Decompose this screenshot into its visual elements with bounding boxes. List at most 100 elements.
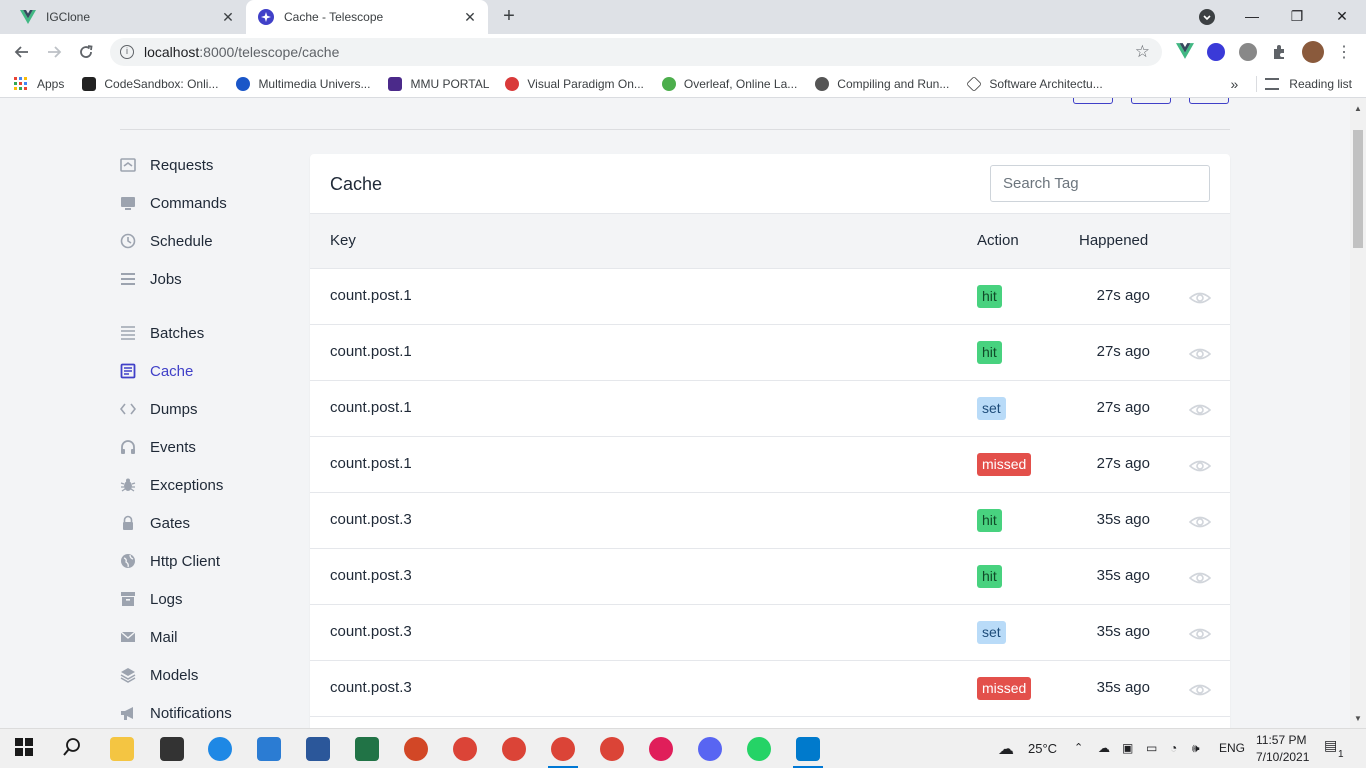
search-icon[interactable] — [62, 737, 86, 761]
bookmark-codesandbox[interactable]: CodeSandbox: Onli... — [82, 76, 218, 91]
sidebar-item-models[interactable]: Models — [120, 663, 198, 687]
sidebar-item-jobs[interactable]: Jobs — [120, 267, 182, 291]
table-row[interactable]: count.post.3 hit 35s ago — [310, 549, 1230, 605]
slack-icon[interactable] — [649, 737, 673, 761]
chrome-icon[interactable] — [502, 737, 526, 761]
edge-icon[interactable] — [208, 737, 232, 761]
settings-extension-icon[interactable] — [1239, 43, 1257, 61]
bookmark-visual-paradigm[interactable]: Visual Paradigm On... — [505, 76, 644, 91]
weather-icon[interactable]: ☁ — [998, 739, 1014, 759]
clock-time[interactable]: 11:57 PM — [1256, 733, 1306, 747]
sidebar-item-http-client[interactable]: Http Client — [120, 549, 220, 573]
clock-date[interactable]: 7/10/2021 — [1256, 750, 1309, 764]
sidebar-item-cache[interactable]: Cache — [120, 359, 193, 383]
bookmark-apps[interactable]: Apps — [14, 77, 64, 91]
wifi-icon[interactable]: ◔ — [1170, 741, 1177, 755]
scroll-down-icon[interactable]: ▼ — [1354, 714, 1362, 723]
word-icon[interactable] — [306, 737, 330, 761]
mail-app-icon[interactable] — [257, 737, 281, 761]
eye-icon[interactable] — [1188, 512, 1212, 532]
extensions-puzzle-icon[interactable] — [1271, 43, 1289, 61]
menu-dots-icon[interactable]: ⋮ — [1332, 40, 1356, 64]
powerpoint-icon[interactable] — [404, 737, 428, 761]
reading-list-button[interactable]: Reading list — [1289, 77, 1352, 91]
whatsapp-icon[interactable] — [747, 737, 771, 761]
search-tag-input[interactable] — [990, 165, 1210, 202]
avatar[interactable] — [1302, 41, 1324, 63]
page-scrollbar[interactable]: ▲ ▼ — [1350, 98, 1366, 728]
language-indicator[interactable]: ENG — [1219, 741, 1245, 755]
eye-icon[interactable] — [1188, 568, 1212, 588]
table-row[interactable]: count.post.1 set 27s ago — [310, 381, 1230, 437]
weather-temperature[interactable]: 25°C — [1028, 741, 1057, 756]
header-button[interactable] — [1189, 98, 1229, 104]
eye-icon[interactable] — [1188, 400, 1212, 420]
bookmark-mmu-portal[interactable]: MMU PORTAL — [388, 76, 489, 91]
tab-igclone[interactable]: IGClone ✕ — [8, 0, 246, 34]
table-row[interactable]: count.post.1 hit 27s ago — [310, 325, 1230, 381]
scrollbar-thumb[interactable] — [1353, 130, 1363, 248]
table-row[interactable]: count.post.3 missed 35s ago — [310, 661, 1230, 717]
table-row[interactable]: count.post.1 hit 27s ago — [310, 269, 1230, 325]
bookmark-star-icon[interactable]: ☆ — [1135, 42, 1150, 62]
discord-icon[interactable] — [698, 737, 722, 761]
file-explorer-icon[interactable] — [110, 737, 134, 761]
site-info-icon[interactable]: i — [120, 45, 134, 59]
sidebar-item-gates[interactable]: Gates — [120, 511, 190, 535]
minimize-button[interactable]: — — [1232, 4, 1272, 28]
sidebar-item-logs[interactable]: Logs — [120, 587, 183, 611]
tab-search-icon[interactable] — [1199, 9, 1215, 25]
onedrive-icon[interactable]: ☁ — [1098, 741, 1110, 755]
sidebar-item-schedule[interactable]: Schedule — [120, 229, 213, 253]
more-bookmarks-button[interactable]: » — [1231, 76, 1239, 92]
sidebar-item-requests[interactable]: Requests — [120, 153, 213, 177]
sidebar-item-notifications[interactable]: Notifications — [120, 701, 232, 725]
bookmark-software-architecture[interactable]: Software Architectu... — [966, 75, 1103, 92]
table-row[interactable]: count.post.3 hit 35s ago — [310, 493, 1230, 549]
sidebar-item-mail[interactable]: Mail — [120, 625, 178, 649]
battery-icon[interactable]: ▭ — [1146, 741, 1157, 755]
divider — [120, 129, 1230, 130]
header-button[interactable] — [1131, 98, 1171, 104]
vscode-icon[interactable] — [796, 737, 820, 761]
extension-icon[interactable] — [1207, 43, 1225, 61]
address-bar[interactable]: i localhost:8000/telescope/cache ☆ — [110, 38, 1162, 66]
chrome-icon[interactable] — [453, 737, 477, 761]
chevron-up-icon[interactable]: ⌃ — [1074, 741, 1083, 754]
volume-icon[interactable]: 🕪 — [1192, 741, 1200, 756]
table-row[interactable]: count.post.3 set 35s ago — [310, 605, 1230, 661]
table-row[interactable]: count.post.1 missed 27s ago — [310, 437, 1230, 493]
eye-icon[interactable] — [1188, 680, 1212, 700]
new-tab-button[interactable]: + — [498, 6, 520, 28]
bookmark-overleaf[interactable]: Overleaf, Online La... — [661, 76, 797, 91]
chrome-active-icon[interactable] — [551, 737, 575, 761]
excel-icon[interactable] — [355, 737, 379, 761]
sidebar-item-batches[interactable]: Batches — [120, 321, 204, 345]
maximize-button[interactable]: ❐ — [1277, 4, 1317, 28]
clipboard-icon[interactable]: ▣ — [1122, 741, 1133, 755]
sidebar-item-events[interactable]: Events — [120, 435, 196, 459]
eye-icon[interactable] — [1188, 288, 1212, 308]
vue-devtools-icon[interactable] — [1176, 43, 1194, 61]
bookmark-multimedia-university[interactable]: Multimedia Univers... — [236, 76, 370, 91]
eye-icon[interactable] — [1188, 624, 1212, 644]
close-window-button[interactable]: ✕ — [1322, 4, 1362, 28]
close-icon[interactable]: ✕ — [218, 7, 238, 27]
header-button[interactable] — [1073, 98, 1113, 104]
bookmark-compiling[interactable]: Compiling and Run... — [815, 76, 949, 91]
back-icon[interactable] — [10, 40, 34, 64]
sticky-app-icon[interactable] — [160, 737, 184, 761]
tab-cache-telescope[interactable]: Cache - Telescope ✕ — [246, 0, 488, 34]
notification-center-icon[interactable]: ▤ — [1324, 737, 1337, 754]
chrome-icon[interactable] — [600, 737, 624, 761]
forward-icon[interactable] — [42, 40, 66, 64]
eye-icon[interactable] — [1188, 456, 1212, 476]
sidebar-item-commands[interactable]: Commands — [120, 191, 227, 215]
scroll-up-icon[interactable]: ▲ — [1354, 104, 1362, 113]
close-icon[interactable]: ✕ — [460, 7, 480, 27]
sidebar-item-dumps[interactable]: Dumps — [120, 397, 198, 421]
eye-icon[interactable] — [1188, 344, 1212, 364]
reload-icon[interactable] — [74, 40, 98, 64]
sidebar-item-exceptions[interactable]: Exceptions — [120, 473, 223, 497]
windows-start-icon[interactable] — [14, 737, 38, 761]
